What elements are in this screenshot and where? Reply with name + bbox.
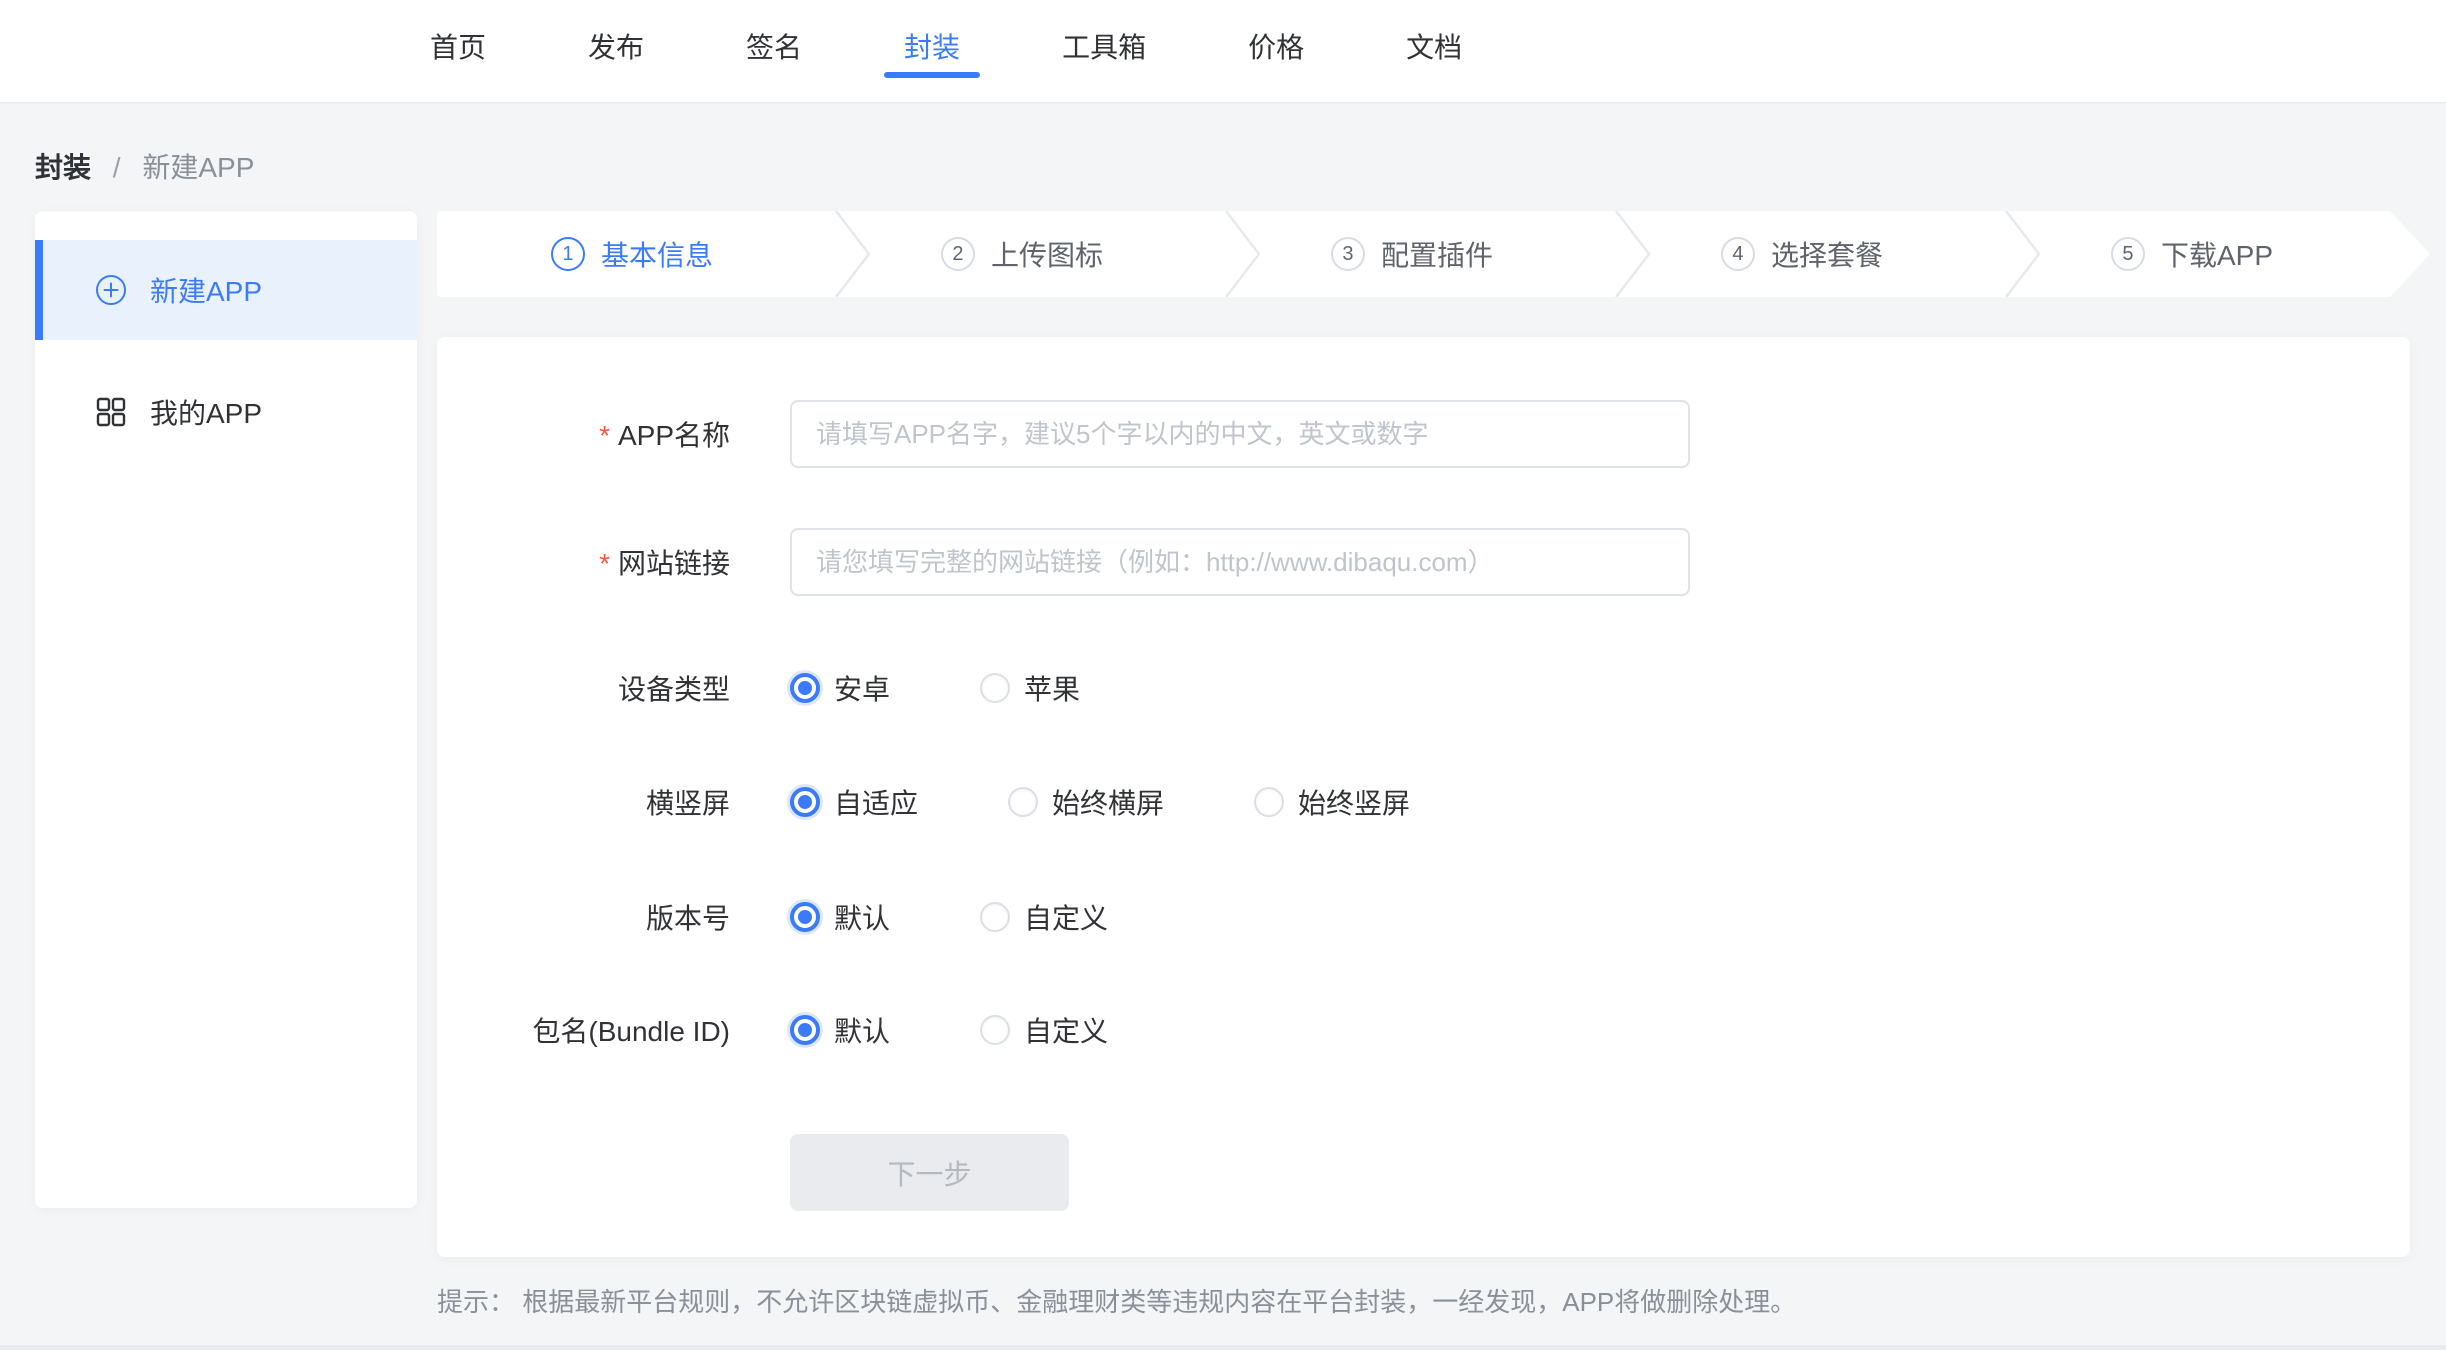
chevron-separator-icon: [835, 211, 871, 297]
breadcrumb: 封装 / 新建APP: [35, 146, 254, 186]
radio-always-landscape[interactable]: 始终横屏: [1008, 782, 1164, 822]
orientation-label: 横竖屏: [437, 782, 730, 822]
radio-label: 自适应: [834, 782, 918, 822]
site-url-input[interactable]: [790, 528, 1690, 596]
radio-bundle-default[interactable]: 默认: [790, 1010, 890, 1050]
sidebar-item-new-app[interactable]: 新建APP: [35, 240, 417, 340]
radio-label: 始终横屏: [1052, 782, 1164, 822]
breadcrumb-parent[interactable]: 封装: [35, 152, 91, 183]
radio-adaptive[interactable]: 自适应: [790, 782, 918, 822]
radio-icon: [790, 787, 820, 817]
step-label: 上传图标: [991, 234, 1103, 274]
version-label: 版本号: [437, 897, 730, 937]
radio-icon: [980, 673, 1010, 703]
breadcrumb-current: 新建APP: [142, 152, 254, 183]
step-wizard: 1 基本信息 2 上传图标 3 配置插件 4 选择套餐 5 下载APP: [437, 211, 2390, 297]
step-label: 下载APP: [2161, 234, 2273, 274]
nav-item-docs[interactable]: 文档: [1406, 0, 1462, 104]
nav-item-toolbox[interactable]: 工具箱: [1062, 0, 1146, 104]
chevron-separator-icon: [1225, 211, 1261, 297]
bundle-id-label: 包名(Bundle ID): [437, 1010, 730, 1050]
radio-icon: [980, 902, 1010, 932]
radio-icon: [790, 1015, 820, 1045]
step-configure-plugin: 3 配置插件: [1217, 211, 1607, 297]
step-number: 5: [2111, 237, 2145, 271]
tip-prefix: 提示：: [437, 1287, 515, 1317]
nav-item-signature[interactable]: 签名: [746, 0, 802, 104]
radio-icon: [1008, 787, 1038, 817]
form-row-device-type: 设备类型 安卓 苹果: [437, 668, 2410, 708]
step-basic-info: 1 基本信息: [437, 211, 827, 297]
radio-label: 始终竖屏: [1298, 782, 1410, 822]
step-label: 配置插件: [1381, 234, 1493, 274]
radio-label: 安卓: [834, 668, 890, 708]
required-mark: *: [599, 420, 610, 451]
grid-icon: [95, 396, 127, 428]
chevron-separator-icon: [2005, 211, 2041, 297]
radio-always-portrait[interactable]: 始终竖屏: [1254, 782, 1410, 822]
sidebar: 新建APP 我的APP: [35, 211, 417, 1208]
step-download-app: 5 下载APP: [1997, 211, 2387, 297]
radio-ios[interactable]: 苹果: [980, 668, 1080, 708]
step-select-plan: 4 选择套餐: [1607, 211, 1997, 297]
sidebar-item-label: 我的APP: [150, 392, 262, 432]
radio-label: 苹果: [1024, 668, 1080, 708]
radio-icon: [790, 673, 820, 703]
app-name-input[interactable]: [790, 400, 1690, 468]
app-name-label: *APP名称: [437, 414, 730, 454]
radio-version-default[interactable]: 默认: [790, 897, 890, 937]
site-url-label: *网站链接: [437, 542, 730, 582]
top-nav-bar: 首页 发布 签名 封装 工具箱 价格 文档: [0, 0, 2446, 104]
radio-icon: [1254, 787, 1284, 817]
nav-item-publish[interactable]: 发布: [588, 0, 644, 104]
form-row-version: 版本号 默认 自定义: [437, 897, 2410, 937]
sidebar-item-label: 新建APP: [150, 270, 262, 310]
footer-top-edge: [0, 1345, 2446, 1350]
step-upload-icon: 2 上传图标: [827, 211, 1217, 297]
chevron-separator-icon: [1615, 211, 1651, 297]
required-mark: *: [599, 548, 610, 579]
radio-version-custom[interactable]: 自定义: [980, 897, 1108, 937]
plus-circle-icon: [95, 274, 127, 306]
breadcrumb-separator: /: [113, 152, 121, 183]
new-app-form: *APP名称 *网站链接 设备类型 安卓 苹果 横竖屏: [437, 337, 2410, 1257]
main-nav: 首页 发布 签名 封装 工具箱 价格 文档: [430, 0, 1462, 104]
form-row-orientation: 横竖屏 自适应 始终横屏 始终竖屏: [437, 782, 2410, 822]
step-number: 3: [1331, 237, 1365, 271]
nav-item-home[interactable]: 首页: [430, 0, 486, 104]
form-row-site-url: *网站链接: [437, 528, 2410, 596]
radio-icon: [980, 1015, 1010, 1045]
step-number: 4: [1721, 237, 1755, 271]
radio-android[interactable]: 安卓: [790, 668, 890, 708]
step-label: 选择套餐: [1771, 234, 1883, 274]
step-number: 1: [551, 237, 585, 271]
tip-text: 根据最新平台规则，不允许区块链虚拟币、金融理财类等违规内容在平台封装，一经发现，…: [522, 1287, 1796, 1317]
next-step-button[interactable]: 下一步: [790, 1134, 1069, 1211]
radio-icon: [790, 902, 820, 932]
step-number: 2: [941, 237, 975, 271]
radio-label: 自定义: [1024, 897, 1108, 937]
platform-rule-tip: 提示： 根据最新平台规则，不允许区块链虚拟币、金融理财类等违规内容在平台封装，一…: [437, 1282, 1796, 1319]
sidebar-item-my-app[interactable]: 我的APP: [35, 362, 417, 462]
radio-bundle-custom[interactable]: 自定义: [980, 1010, 1108, 1050]
radio-label: 自定义: [1024, 1010, 1108, 1050]
nav-item-package[interactable]: 封装: [904, 0, 960, 104]
form-row-app-name: *APP名称: [437, 400, 2410, 468]
wizard-arrow-tip: [2390, 211, 2430, 297]
radio-label: 默认: [834, 1010, 890, 1050]
device-type-label: 设备类型: [437, 668, 730, 708]
step-label: 基本信息: [601, 234, 713, 274]
radio-label: 默认: [834, 897, 890, 937]
nav-item-pricing[interactable]: 价格: [1248, 0, 1304, 104]
form-row-bundle-id: 包名(Bundle ID) 默认 自定义: [437, 1010, 2410, 1050]
